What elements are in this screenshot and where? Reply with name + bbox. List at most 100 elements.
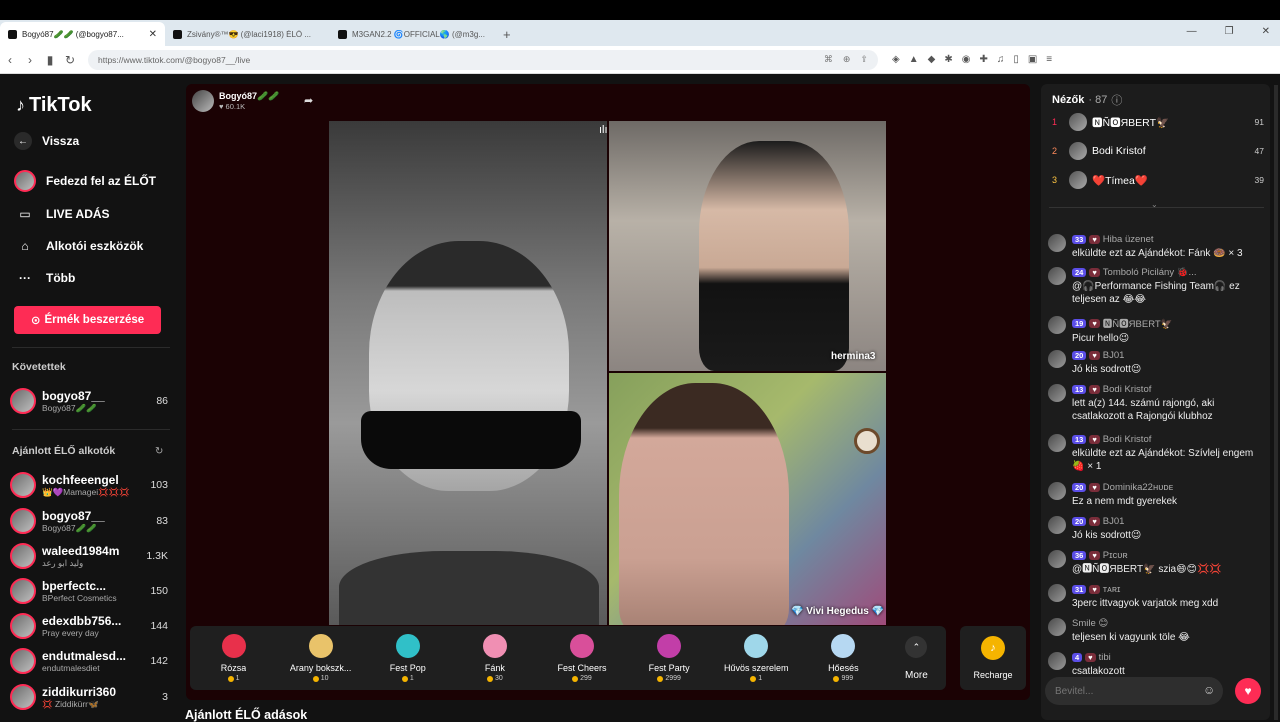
gift-price: 1 <box>401 675 414 682</box>
nav-explore-live[interactable]: Fedezd fel az ÉLŐT <box>14 170 156 192</box>
browser-tab[interactable]: Zsivány®™😎 (@laci1918) ÉLŐ ... <box>165 22 330 46</box>
close-window-button[interactable]: ✕ <box>1262 26 1270 37</box>
gift-item[interactable]: Rózsa 1 <box>190 626 277 690</box>
more-gifts-button[interactable]: ⌃ More <box>887 626 946 690</box>
chat-username: tibi <box>1098 652 1111 663</box>
gift-icon <box>657 634 682 658</box>
top-viewer[interactable]: 2 Bodi Kristof 47 <box>1052 141 1264 161</box>
chat-message[interactable]: 20 ♥ BJ01 Jó kis sodrott😉 <box>1048 350 1264 376</box>
recommended-item[interactable]: kochfeeengel 👑💜Mamagei💢💢💢 103 <box>10 470 168 500</box>
guest-video-2[interactable]: 💎 Vivi Hegedus 💎 <box>609 373 886 625</box>
scrollbar[interactable] <box>1274 85 1278 720</box>
audio-bars-icon[interactable]: ılı <box>599 124 608 136</box>
share-icon[interactable]: ➦ <box>304 94 313 107</box>
gift-price: 1 <box>227 675 240 682</box>
recommended-item[interactable]: waleed1984m وليد ابو رعد 1.3K <box>10 541 168 571</box>
avatar <box>1048 267 1066 285</box>
creator-username: endutmalesd... <box>42 649 127 663</box>
viewer-count: 3 <box>162 691 168 703</box>
get-coins-button[interactable]: ⊙ Érmék beszerzése <box>14 306 161 334</box>
minimize-button[interactable]: — <box>1187 26 1197 37</box>
gift-item[interactable]: Fest Cheers 299 <box>538 626 625 690</box>
gift-name: Fest Party <box>648 663 690 673</box>
chat-message[interactable]: 4 ♥ tibi csatlakozott <box>1048 652 1264 678</box>
nav-more[interactable]: ··· Több <box>14 267 75 289</box>
nav-back[interactable]: ← Vissza <box>14 132 79 150</box>
recharge-button[interactable]: ♪ Recharge <box>960 626 1026 690</box>
gift-item[interactable]: Hűvös szerelem 1 <box>713 626 800 690</box>
coin-icon <box>657 675 664 682</box>
share-icon[interactable]: ⇪ <box>860 54 868 65</box>
translate-icon[interactable]: ⌘ <box>824 54 833 65</box>
chat-message[interactable]: 20 ♥ Dominika22ʜᴜᴅᴇ Ez a nem mdt gyerekek <box>1048 482 1264 508</box>
browser-tab-active[interactable]: Bogyó87🥒🥒 (@bogyo87... ✕ <box>0 22 165 46</box>
recommended-item[interactable]: bogyo87__ Bogyó87🥒🥒 83 <box>10 506 168 536</box>
like-heart-button[interactable]: ♥ <box>1235 678 1261 704</box>
sidebar-icon[interactable]: ▯ <box>1013 54 1019 65</box>
gift-icon <box>395 634 420 658</box>
chat-message[interactable]: Smile 😊 teljesen ki vagyunk töle 😂 <box>1048 618 1264 644</box>
chat-message[interactable]: 13 ♥ Bodi Kristof lett a(z) 144. számú rajo… <box>1048 384 1264 423</box>
following-item[interactable]: bogyo87__ Bogyó87🥒🥒 86 <box>10 386 168 416</box>
warning-icon[interactable]: ▲ <box>909 54 919 65</box>
shield-icon[interactable]: ◈ <box>892 54 900 65</box>
level-badge: 20 <box>1072 517 1087 526</box>
gift-item[interactable]: Arany bokszk... 10 <box>277 626 364 690</box>
chat-message[interactable]: 31 ♥ ᴛᴀʀɪ 3perc ittvagyok varjatok meg xdd <box>1048 584 1264 610</box>
chat-message[interactable]: 24 ♥ Tomboló Picilány 🐞... @🎧Performance Fi… <box>1048 267 1264 306</box>
gift-name: Hűvös szerelem <box>723 663 789 673</box>
top-viewer[interactable]: 1 🅽Ñ🅾ЯBERT🦅 91 <box>1052 112 1264 132</box>
chat-input[interactable] <box>1045 677 1223 705</box>
tiktok-logo[interactable]: ♪ TikTok <box>16 94 92 117</box>
gift-item[interactable]: Fest Party 2999 <box>626 626 713 690</box>
gift-item[interactable]: Hőesés 999 <box>800 626 887 690</box>
bookmark-icon[interactable]: ▮ <box>40 53 60 67</box>
guest-video-1[interactable]: hermina3 <box>609 121 886 371</box>
gift-price-value: 1 <box>758 675 763 682</box>
close-tab-icon[interactable]: ✕ <box>149 29 157 40</box>
refresh-icon[interactable]: ↻ <box>155 446 163 457</box>
chat-text: lett a(z) 144. számú rajongó, aki csatla… <box>1072 398 1215 422</box>
chat-message[interactable]: 20 ♥ BJ01 Jó kis sodrott😉 <box>1048 516 1264 542</box>
maximize-button[interactable]: ❐ <box>1225 26 1234 37</box>
extension-icon[interactable]: ◉ <box>962 54 971 65</box>
chat-message[interactable]: 19 ♥ 🅽Ñ🅾ЯBERT🦅 Picur hello😉 <box>1048 316 1264 345</box>
host-info[interactable]: Bogyó87🥒🥒 ♥ 60.1K <box>192 90 279 112</box>
menu-icon[interactable]: ≡ <box>1046 54 1052 65</box>
gift-item[interactable]: Fánk 30 <box>451 626 538 690</box>
chat-message[interactable]: 33 ♥ Hiba üzenet elküldte ezt az Ajándékot:… <box>1048 234 1264 260</box>
recommended-item[interactable]: bperfectc... BPerfect Cosmetics 150 <box>10 576 168 606</box>
coin-icon <box>312 675 319 682</box>
back-icon[interactable]: ‹ <box>0 53 20 67</box>
host-video[interactable] <box>329 121 607 625</box>
puzzle-icon[interactable]: ✚ <box>979 54 987 65</box>
emoji-icon[interactable]: ☺ <box>1203 683 1215 697</box>
wallet-icon[interactable]: ▣ <box>1028 54 1037 65</box>
chat-message[interactable]: 13 ♥ Bodi Kristof elküldte ezt az Ajándékot… <box>1048 434 1264 473</box>
nav-creator-tools[interactable]: ⌂ Alkotói eszközök <box>14 235 143 257</box>
zoom-icon[interactable]: ⊕ <box>843 54 851 65</box>
divider <box>1049 207 1264 208</box>
chat-message[interactable]: 36 ♥ Pɪᴄᴜʀ @🅽Ñ🅾ЯBERT🦅 szia😄😊💢💢 <box>1048 550 1264 576</box>
recommended-item[interactable]: edexdbb756... Pray every day 144 <box>10 611 168 641</box>
music-icon[interactable]: ♫ <box>997 54 1005 65</box>
reload-icon[interactable]: ↻ <box>60 53 80 67</box>
new-tab-button[interactable]: + <box>495 27 519 46</box>
extension-icon[interactable]: ◆ <box>928 54 936 65</box>
url-field[interactable]: https://www.tiktok.com/@bogyo87__/live ⌘… <box>88 49 878 70</box>
avatar <box>1048 618 1066 636</box>
creator-subtitle: وليد ابو رعد <box>42 557 84 568</box>
extension-icon[interactable]: ✱ <box>944 54 952 65</box>
fan-badge-icon: ♥ <box>1089 235 1100 244</box>
forward-icon[interactable]: › <box>20 53 40 67</box>
nav-live[interactable]: ▭ LIVE ADÁS <box>14 203 109 225</box>
recommended-item[interactable]: endutmalesd... endutmalesdiet 142 <box>10 646 168 676</box>
gift-item[interactable]: Fest Pop 1 <box>364 626 451 690</box>
info-icon[interactable]: ⓘ <box>1111 92 1122 108</box>
divider <box>12 347 170 348</box>
viewer-name: Bodi Kristof <box>1092 145 1146 157</box>
recommended-item[interactable]: ziddikurri360 💢 Ziddikürr🦋 3 <box>10 682 168 712</box>
browser-tab[interactable]: M3GAN2.2 🌀OFFICIAL🌎 (@m3g... <box>330 22 495 46</box>
top-viewer[interactable]: 3 ❤️Tímea❤️ 39 <box>1052 170 1264 190</box>
chat-username: Bodi Kristof <box>1102 434 1152 445</box>
